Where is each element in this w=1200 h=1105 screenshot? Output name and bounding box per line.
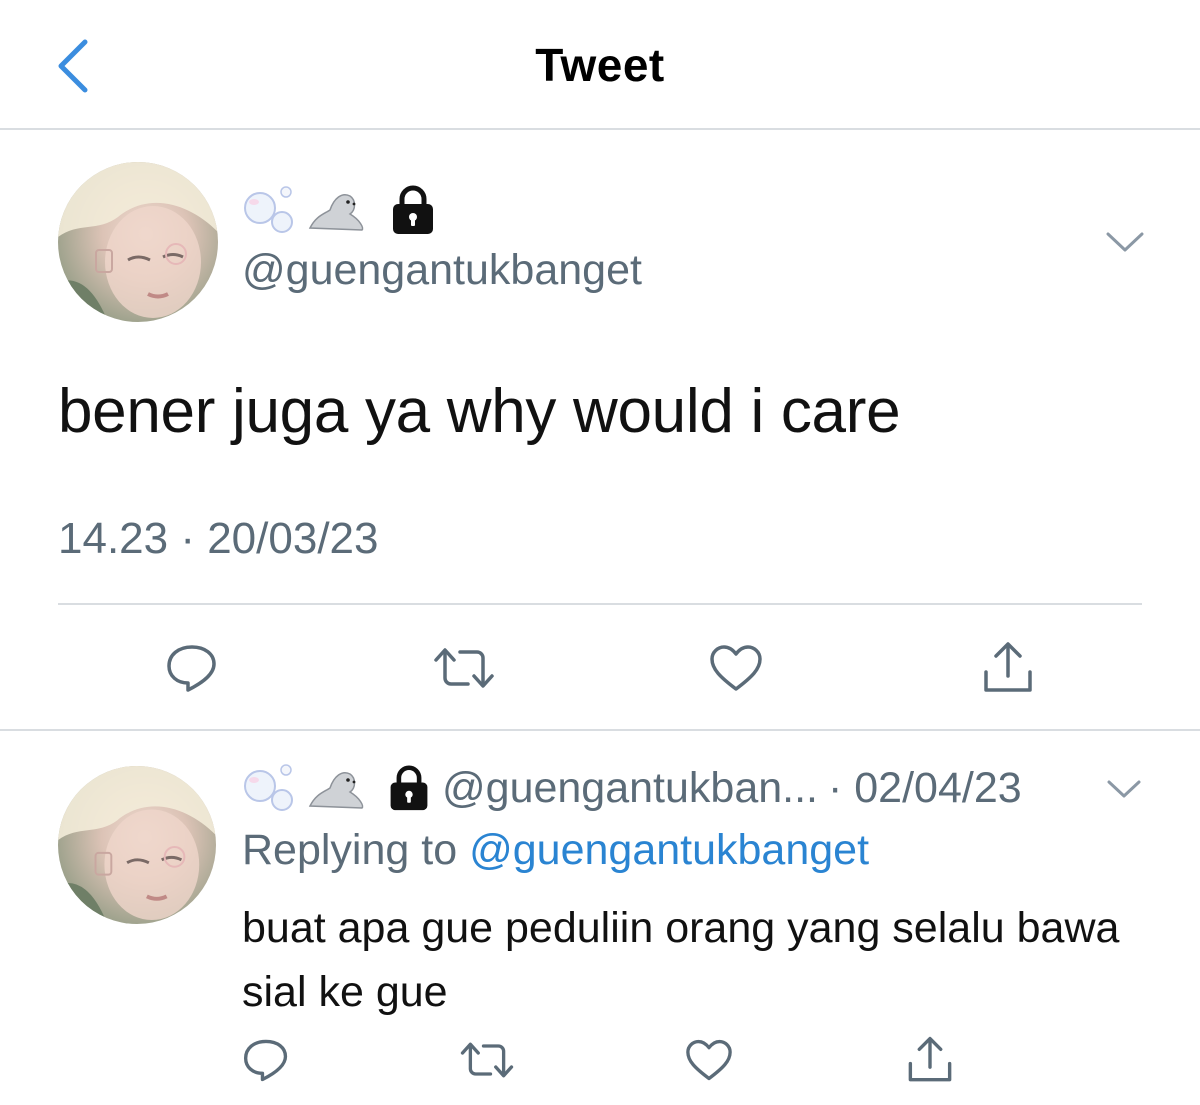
seal-emoji bbox=[308, 194, 364, 231]
chevron-down-icon bbox=[1106, 232, 1144, 252]
replying-prefix: Replying to bbox=[242, 826, 458, 874]
share-button[interactable] bbox=[902, 1032, 958, 1088]
nav-header: Tweet bbox=[0, 0, 1200, 130]
share-icon bbox=[908, 1036, 952, 1082]
page-title: Tweet bbox=[535, 39, 665, 91]
replying-to: Replying to @guengantukbanget bbox=[242, 826, 869, 875]
reply-header: @guengantukban... · 02/04/23 bbox=[242, 762, 1022, 814]
reply-button[interactable] bbox=[238, 1032, 294, 1088]
retweet-button[interactable] bbox=[459, 1032, 515, 1088]
avatar-image bbox=[58, 162, 218, 322]
like-button[interactable] bbox=[704, 636, 768, 700]
reply-date[interactable]: · 02/04/23 bbox=[828, 764, 1022, 813]
like-button[interactable] bbox=[681, 1032, 737, 1088]
section-divider bbox=[0, 729, 1200, 731]
replying-handle-link[interactable]: @guengantukbanget bbox=[469, 826, 869, 874]
tweet-timestamp[interactable]: 14.23 · 20/03/23 bbox=[58, 514, 378, 564]
bubbles-emoji bbox=[244, 764, 293, 811]
retweet-icon bbox=[434, 648, 494, 688]
display-name[interactable] bbox=[242, 184, 438, 236]
reply-button[interactable] bbox=[160, 636, 224, 700]
handle[interactable]: @guengantukbanget bbox=[242, 246, 642, 295]
avatar[interactable] bbox=[58, 162, 218, 322]
tweet-actions bbox=[160, 636, 1040, 700]
more-options-button[interactable] bbox=[1102, 222, 1148, 262]
like-icon bbox=[710, 645, 762, 691]
like-icon bbox=[685, 1039, 732, 1081]
retweet-button[interactable] bbox=[432, 636, 496, 700]
reply-handle[interactable]: @guengantukban... bbox=[442, 764, 818, 813]
reply-actions bbox=[238, 1030, 958, 1090]
seal-emoji bbox=[308, 772, 364, 809]
bubbles-emoji bbox=[244, 186, 293, 233]
share-button[interactable] bbox=[976, 636, 1040, 700]
lock-icon bbox=[393, 185, 433, 234]
avatar-image bbox=[58, 766, 216, 924]
reply-icon bbox=[243, 1039, 288, 1082]
tweet-text: bener juga ya why would i care bbox=[58, 377, 901, 446]
reply-avatar[interactable] bbox=[58, 766, 216, 924]
reply-icon bbox=[167, 645, 216, 692]
reply-more-options-button[interactable] bbox=[1104, 772, 1144, 806]
retweet-icon bbox=[461, 1042, 514, 1078]
chevron-down-icon bbox=[1107, 780, 1141, 798]
divider bbox=[58, 603, 1142, 605]
share-icon bbox=[984, 642, 1032, 692]
lock-icon bbox=[390, 765, 428, 811]
reply-text: buat apa gue peduliin orang yang selalu … bbox=[242, 904, 1120, 1016]
